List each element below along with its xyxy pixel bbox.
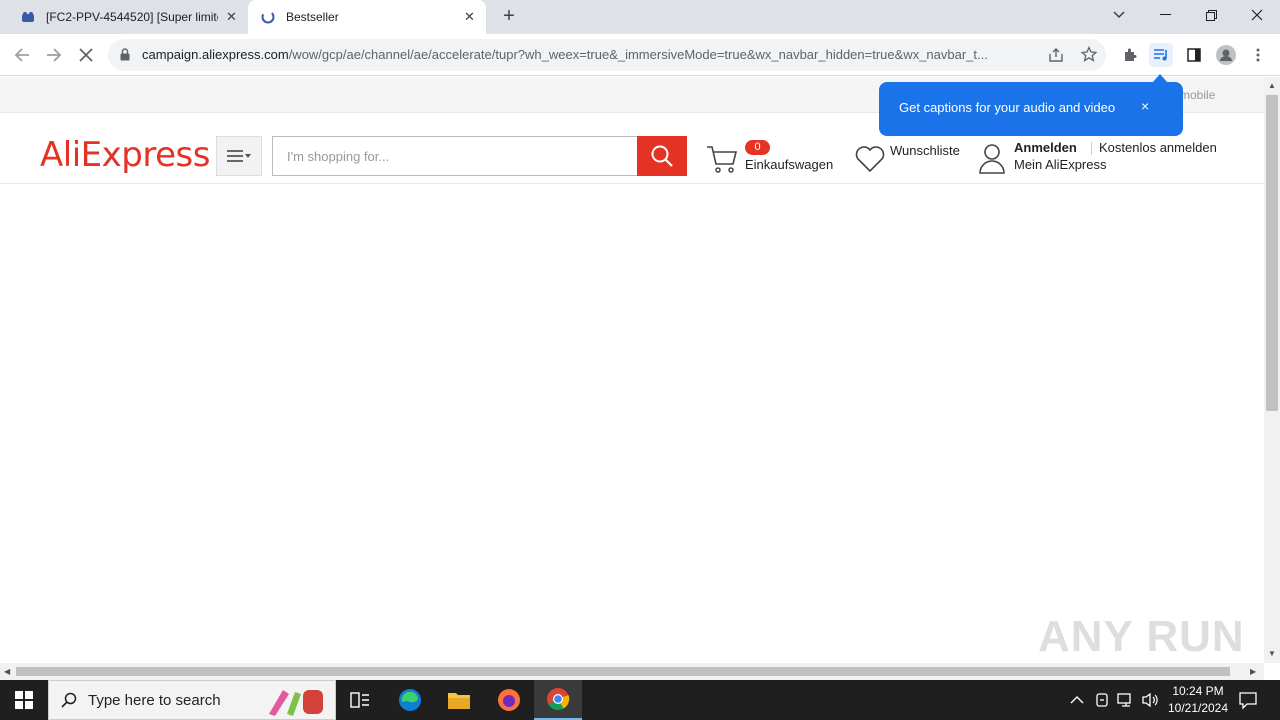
edge-icon xyxy=(399,689,421,711)
tab-bestseller[interactable]: Bestseller ✕ xyxy=(248,0,486,34)
network-icon[interactable] xyxy=(1117,692,1135,713)
share-icon[interactable] xyxy=(1048,47,1064,68)
clock-date: 10/21/2024 xyxy=(1167,701,1229,715)
tab-title: [FC2-PPV-4544520] [Super limited xyxy=(46,10,218,24)
my-aliexpress-link[interactable]: Mein AliExpress xyxy=(1014,157,1106,172)
search-icon xyxy=(61,692,77,708)
tab-close-icon[interactable]: ✕ xyxy=(464,9,475,25)
forward-button[interactable] xyxy=(41,42,67,68)
cart-count-badge: 0 xyxy=(745,140,770,155)
scroll-up-arrow-icon[interactable]: ▲ xyxy=(1268,81,1276,90)
loading-favicon-icon xyxy=(260,9,276,25)
scroll-down-arrow-icon[interactable]: ▼ xyxy=(1268,649,1276,658)
firefox-icon xyxy=(498,689,520,711)
stop-loading-button[interactable] xyxy=(73,42,99,68)
back-button[interactable] xyxy=(9,42,35,68)
taskbar-search-text: Type here to search xyxy=(88,692,221,709)
vertical-scrollbar[interactable]: ▲ ▼ xyxy=(1264,77,1280,663)
bookmark-star-icon[interactable] xyxy=(1080,45,1098,67)
tab-close-icon[interactable]: ✕ xyxy=(226,9,237,25)
close-icon[interactable]: × xyxy=(1141,98,1149,114)
tab-title: Bestseller xyxy=(286,10,339,24)
windows-logo-icon xyxy=(15,691,33,709)
tab-strip: [FC2-PPV-4544520] [Super limited ✕ Bests… xyxy=(0,0,1280,34)
url-host: campaign.aliexpress.com xyxy=(142,47,289,62)
taskbar-clock[interactable]: 10:24 PM 10/21/2024 xyxy=(1162,683,1234,717)
media-controls-icon[interactable] xyxy=(1149,43,1173,67)
horizontal-scrollbar[interactable]: ◀ ▶ xyxy=(0,663,1264,680)
anyrun-watermark: ANY RUN xyxy=(1038,612,1245,661)
mobile-link[interactable]: mobile xyxy=(1180,88,1215,102)
heart-icon xyxy=(855,146,885,173)
side-panel-icon[interactable] xyxy=(1182,43,1206,67)
tray-app-icon[interactable] xyxy=(1094,691,1110,714)
taskbar-search-box[interactable]: Type here to search xyxy=(48,680,336,720)
new-tab-button[interactable]: + xyxy=(498,6,520,28)
vertical-scroll-thumb[interactable] xyxy=(1266,95,1278,411)
firefox-taskbar-button[interactable] xyxy=(485,680,533,720)
search-button[interactable] xyxy=(637,136,687,176)
wishlist-label: Wunschliste xyxy=(890,143,960,158)
url-text[interactable]: campaign.aliexpress.com/wow/gcp/ae/chann… xyxy=(142,47,1037,62)
windows-taskbar: Type here to search 10:24 PM 10/21/2024 xyxy=(0,680,1280,720)
lock-icon[interactable] xyxy=(120,48,130,66)
page-content: mobile AliExpress 0 Einkaufswagen Wunsch… xyxy=(0,77,1264,663)
cart-label: Einkaufswagen xyxy=(745,157,834,172)
search-input[interactable] xyxy=(272,136,638,176)
tab-search-icon[interactable] xyxy=(1096,0,1142,30)
horizontal-scroll-thumb[interactable] xyxy=(16,667,1230,676)
register-link[interactable]: Kostenlos anmelden xyxy=(1099,140,1217,155)
account-divider xyxy=(1091,142,1092,155)
volume-icon[interactable] xyxy=(1141,691,1159,714)
signin-link[interactable]: Anmelden xyxy=(1014,140,1077,155)
search-icon xyxy=(651,145,673,167)
extensions-icon[interactable] xyxy=(1118,43,1142,67)
address-bar[interactable]: campaign.aliexpress.com/wow/gcp/ae/chann… xyxy=(108,39,1106,71)
edge-taskbar-button[interactable] xyxy=(386,680,434,720)
browser-toolbar: campaign.aliexpress.com/wow/gcp/ae/chann… xyxy=(0,34,1280,76)
notifications-icon[interactable] xyxy=(1238,690,1258,715)
scroll-left-arrow-icon[interactable]: ◀ xyxy=(4,667,10,676)
file-explorer-taskbar-button[interactable] xyxy=(435,680,483,720)
task-view-button[interactable] xyxy=(336,680,384,720)
browser-menu-icon[interactable] xyxy=(1246,43,1270,67)
chrome-taskbar-button[interactable] xyxy=(534,680,582,720)
minimize-button[interactable] xyxy=(1142,0,1188,30)
site-favicon-icon xyxy=(20,9,36,25)
tab-fc2[interactable]: [FC2-PPV-4544520] [Super limited ✕ xyxy=(8,0,246,34)
close-window-button[interactable] xyxy=(1234,0,1280,30)
start-button[interactable] xyxy=(0,680,48,720)
captions-promo-text: Get captions for your audio and video xyxy=(899,100,1116,115)
search-highlight-illustration-icon xyxy=(269,690,323,716)
folder-icon xyxy=(448,693,470,709)
restore-button[interactable] xyxy=(1188,0,1234,30)
captions-promo-bubble: Get captions for your audio and video × xyxy=(879,82,1183,136)
categories-menu-button[interactable] xyxy=(216,136,262,176)
url-path: /wow/gcp/ae/channel/ae/accelerate/tupr?w… xyxy=(288,47,988,62)
cart-icon xyxy=(707,146,738,173)
show-hidden-icons-icon[interactable] xyxy=(1070,692,1084,710)
task-view-icon xyxy=(350,692,369,708)
profile-avatar-icon[interactable] xyxy=(1214,43,1238,67)
cart-link[interactable]: 0 Einkaufswagen xyxy=(706,140,846,180)
aliexpress-logo[interactable]: AliExpress xyxy=(40,135,210,175)
user-icon xyxy=(979,144,1005,174)
chrome-icon xyxy=(547,688,570,710)
scroll-right-arrow-icon[interactable]: ▶ xyxy=(1250,667,1256,676)
clock-time: 10:24 PM xyxy=(1172,684,1224,698)
